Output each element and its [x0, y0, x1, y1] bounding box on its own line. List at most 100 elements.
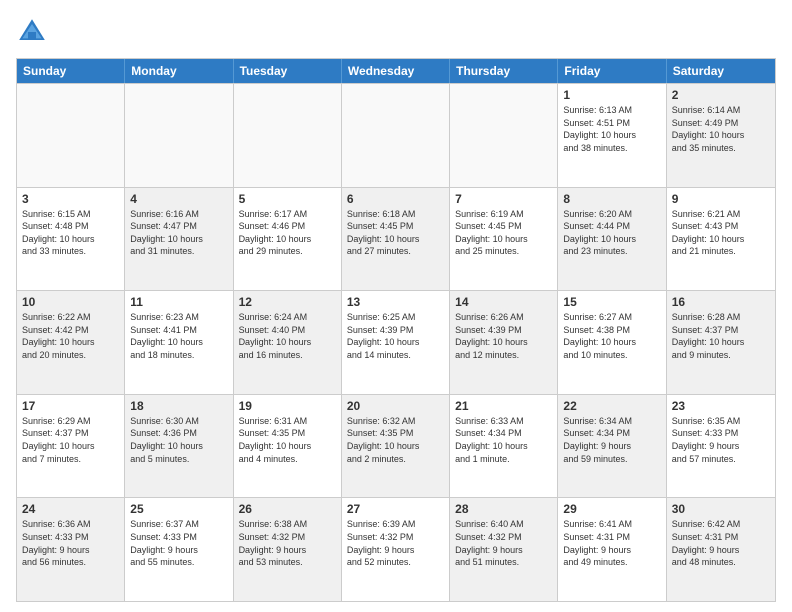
page: SundayMondayTuesdayWednesdayThursdayFrid… [0, 0, 792, 612]
cal-cell: 16 Sunrise: 6:28 AM Sunset: 4:37 PM Dayli… [667, 291, 775, 394]
day-number: 26 [239, 502, 336, 516]
day-info: Sunrise: 6:31 AM Sunset: 4:35 PM Dayligh… [239, 415, 336, 465]
cal-cell: 26 Sunrise: 6:38 AM Sunset: 4:32 PM Dayli… [234, 498, 342, 601]
day-info: Sunrise: 6:15 AM Sunset: 4:48 PM Dayligh… [22, 208, 119, 258]
day-info: Sunrise: 6:40 AM Sunset: 4:32 PM Dayligh… [455, 518, 552, 568]
day-info: Sunrise: 6:38 AM Sunset: 4:32 PM Dayligh… [239, 518, 336, 568]
cal-cell: 4 Sunrise: 6:16 AM Sunset: 4:47 PM Daylig… [125, 188, 233, 291]
cal-cell: 5 Sunrise: 6:17 AM Sunset: 4:46 PM Daylig… [234, 188, 342, 291]
cal-cell: 19 Sunrise: 6:31 AM Sunset: 4:35 PM Dayli… [234, 395, 342, 498]
day-number: 25 [130, 502, 227, 516]
day-number: 8 [563, 192, 660, 206]
cal-cell: 22 Sunrise: 6:34 AM Sunset: 4:34 PM Dayli… [558, 395, 666, 498]
day-info: Sunrise: 6:23 AM Sunset: 4:41 PM Dayligh… [130, 311, 227, 361]
cal-cell: 21 Sunrise: 6:33 AM Sunset: 4:34 PM Dayli… [450, 395, 558, 498]
cal-week-2: 3 Sunrise: 6:15 AM Sunset: 4:48 PM Daylig… [17, 187, 775, 291]
day-number: 28 [455, 502, 552, 516]
day-info: Sunrise: 6:19 AM Sunset: 4:45 PM Dayligh… [455, 208, 552, 258]
day-info: Sunrise: 6:18 AM Sunset: 4:45 PM Dayligh… [347, 208, 444, 258]
cal-header-friday: Friday [558, 59, 666, 83]
cal-cell [450, 84, 558, 187]
day-info: Sunrise: 6:35 AM Sunset: 4:33 PM Dayligh… [672, 415, 770, 465]
header [16, 16, 776, 48]
cal-cell: 15Sunrise: 6:27 AM Sunset: 4:38 PM Dayli… [558, 291, 666, 394]
day-number: 17 [22, 399, 119, 413]
day-number: 7 [455, 192, 552, 206]
day-number: 6 [347, 192, 444, 206]
calendar-body: 1 Sunrise: 6:13 AM Sunset: 4:51 PM Daylig… [17, 83, 775, 601]
cal-cell: 11 Sunrise: 6:23 AM Sunset: 4:41 PM Dayli… [125, 291, 233, 394]
cal-cell: 13 Sunrise: 6:25 AM Sunset: 4:39 PM Dayli… [342, 291, 450, 394]
cal-cell [342, 84, 450, 187]
cal-cell: 3 Sunrise: 6:15 AM Sunset: 4:48 PM Daylig… [17, 188, 125, 291]
cal-cell: 23 Sunrise: 6:35 AM Sunset: 4:33 PM Dayli… [667, 395, 775, 498]
day-number: 16 [672, 295, 770, 309]
cal-week-1: 1 Sunrise: 6:13 AM Sunset: 4:51 PM Daylig… [17, 83, 775, 187]
cal-week-4: 17Sunrise: 6:29 AM Sunset: 4:37 PM Dayli… [17, 394, 775, 498]
cal-cell: 30 Sunrise: 6:42 AM Sunset: 4:31 PM Dayli… [667, 498, 775, 601]
day-number: 3 [22, 192, 119, 206]
day-info: Sunrise: 6:37 AM Sunset: 4:33 PM Dayligh… [130, 518, 227, 568]
day-info: Sunrise: 6:32 AM Sunset: 4:35 PM Dayligh… [347, 415, 444, 465]
day-info: Sunrise: 6:17 AM Sunset: 4:46 PM Dayligh… [239, 208, 336, 258]
day-number: 22 [563, 399, 660, 413]
cal-header-thursday: Thursday [450, 59, 558, 83]
day-info: Sunrise: 6:16 AM Sunset: 4:47 PM Dayligh… [130, 208, 227, 258]
cal-cell: 1 Sunrise: 6:13 AM Sunset: 4:51 PM Daylig… [558, 84, 666, 187]
calendar-header-row: SundayMondayTuesdayWednesdayThursdayFrid… [17, 59, 775, 83]
day-info: Sunrise: 6:28 AM Sunset: 4:37 PM Dayligh… [672, 311, 770, 361]
day-info: Sunrise: 6:42 AM Sunset: 4:31 PM Dayligh… [672, 518, 770, 568]
cal-cell: 12 Sunrise: 6:24 AM Sunset: 4:40 PM Dayli… [234, 291, 342, 394]
day-number: 10 [22, 295, 119, 309]
day-number: 19 [239, 399, 336, 413]
cal-cell: 18Sunrise: 6:30 AM Sunset: 4:36 PM Dayli… [125, 395, 233, 498]
day-number: 20 [347, 399, 444, 413]
cal-header-sunday: Sunday [17, 59, 125, 83]
day-info: Sunrise: 6:26 AM Sunset: 4:39 PM Dayligh… [455, 311, 552, 361]
cal-cell: 24Sunrise: 6:36 AM Sunset: 4:33 PM Dayli… [17, 498, 125, 601]
day-number: 9 [672, 192, 770, 206]
day-info: Sunrise: 6:24 AM Sunset: 4:40 PM Dayligh… [239, 311, 336, 361]
day-info: Sunrise: 6:33 AM Sunset: 4:34 PM Dayligh… [455, 415, 552, 465]
cal-cell: 7 Sunrise: 6:19 AM Sunset: 4:45 PM Daylig… [450, 188, 558, 291]
day-number: 23 [672, 399, 770, 413]
cal-cell: 6 Sunrise: 6:18 AM Sunset: 4:45 PM Daylig… [342, 188, 450, 291]
cal-cell [17, 84, 125, 187]
day-info: Sunrise: 6:14 AM Sunset: 4:49 PM Dayligh… [672, 104, 770, 154]
cal-header-tuesday: Tuesday [234, 59, 342, 83]
cal-week-3: 10 Sunrise: 6:22 AM Sunset: 4:42 PM Dayli… [17, 290, 775, 394]
day-number: 13 [347, 295, 444, 309]
cal-cell [234, 84, 342, 187]
cal-cell: 14 Sunrise: 6:26 AM Sunset: 4:39 PM Dayli… [450, 291, 558, 394]
cal-cell: 17Sunrise: 6:29 AM Sunset: 4:37 PM Dayli… [17, 395, 125, 498]
cal-header-monday: Monday [125, 59, 233, 83]
cal-cell [125, 84, 233, 187]
cal-cell: 28 Sunrise: 6:40 AM Sunset: 4:32 PM Dayli… [450, 498, 558, 601]
cal-week-5: 24Sunrise: 6:36 AM Sunset: 4:33 PM Dayli… [17, 497, 775, 601]
day-info: Sunrise: 6:30 AM Sunset: 4:36 PM Dayligh… [130, 415, 227, 465]
cal-cell: 2Sunrise: 6:14 AM Sunset: 4:49 PM Daylig… [667, 84, 775, 187]
day-number: 12 [239, 295, 336, 309]
day-number: 29 [563, 502, 660, 516]
day-number: 30 [672, 502, 770, 516]
day-info: Sunrise: 6:34 AM Sunset: 4:34 PM Dayligh… [563, 415, 660, 465]
day-info: Sunrise: 6:13 AM Sunset: 4:51 PM Dayligh… [563, 104, 660, 154]
cal-header-wednesday: Wednesday [342, 59, 450, 83]
day-info: Sunrise: 6:22 AM Sunset: 4:42 PM Dayligh… [22, 311, 119, 361]
day-number: 4 [130, 192, 227, 206]
day-number: 1 [563, 88, 660, 102]
day-info: Sunrise: 6:25 AM Sunset: 4:39 PM Dayligh… [347, 311, 444, 361]
cal-cell: 25 Sunrise: 6:37 AM Sunset: 4:33 PM Dayli… [125, 498, 233, 601]
day-number: 14 [455, 295, 552, 309]
day-number: 21 [455, 399, 552, 413]
cal-header-saturday: Saturday [667, 59, 775, 83]
day-number: 5 [239, 192, 336, 206]
logo [16, 16, 50, 48]
day-number: 11 [130, 295, 227, 309]
day-info: Sunrise: 6:20 AM Sunset: 4:44 PM Dayligh… [563, 208, 660, 258]
cal-cell: 29Sunrise: 6:41 AM Sunset: 4:31 PM Dayli… [558, 498, 666, 601]
calendar: SundayMondayTuesdayWednesdayThursdayFrid… [16, 58, 776, 602]
logo-icon [16, 16, 48, 48]
cal-cell: 27Sunrise: 6:39 AM Sunset: 4:32 PM Dayli… [342, 498, 450, 601]
day-info: Sunrise: 6:21 AM Sunset: 4:43 PM Dayligh… [672, 208, 770, 258]
